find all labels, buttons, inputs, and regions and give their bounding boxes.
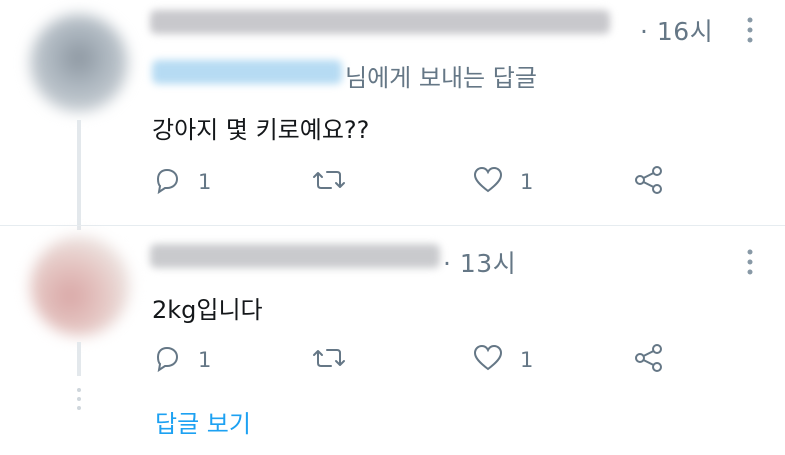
share-button[interactable]	[634, 165, 664, 199]
more-icon[interactable]	[743, 248, 757, 278]
reply-icon	[156, 168, 179, 195]
retweet-button[interactable]	[312, 343, 346, 377]
reply-count: 1	[198, 348, 212, 372]
timestamp: · 16시	[640, 17, 714, 46]
author-name[interactable]	[150, 10, 610, 34]
author-name[interactable]	[150, 244, 440, 268]
retweet-icon	[313, 171, 345, 189]
thread-line	[77, 120, 81, 230]
like-count: 1	[520, 348, 534, 372]
reply-icon	[156, 346, 179, 373]
like-button[interactable]	[472, 165, 504, 199]
like-icon	[473, 166, 503, 193]
reply-count: 1	[198, 170, 212, 194]
retweet-button[interactable]	[312, 165, 346, 199]
reply-to-label: 님에게 보내는 답글	[345, 64, 537, 92]
like-icon	[473, 344, 503, 371]
like-button[interactable]	[472, 343, 504, 377]
thread-line	[77, 342, 81, 376]
view-replies-link[interactable]: 답글 보기	[155, 404, 251, 439]
reply-button[interactable]	[152, 343, 182, 377]
share-icon	[635, 344, 662, 372]
share-button[interactable]	[634, 343, 664, 377]
reply-button[interactable]	[152, 165, 182, 199]
reply-to-handle[interactable]	[152, 60, 342, 84]
like-count: 1	[520, 170, 534, 194]
timestamp: · 13시	[443, 249, 517, 278]
divider	[0, 225, 785, 226]
retweet-icon	[313, 349, 345, 367]
avatar[interactable]	[30, 236, 130, 336]
avatar[interactable]	[30, 14, 128, 112]
share-icon	[635, 166, 662, 194]
tweet-text: 2kg입니다	[152, 296, 263, 324]
tweet-text: 강아지 몇 키로예요??	[152, 116, 370, 144]
thread-dots	[77, 388, 81, 415]
more-icon[interactable]	[743, 16, 757, 46]
